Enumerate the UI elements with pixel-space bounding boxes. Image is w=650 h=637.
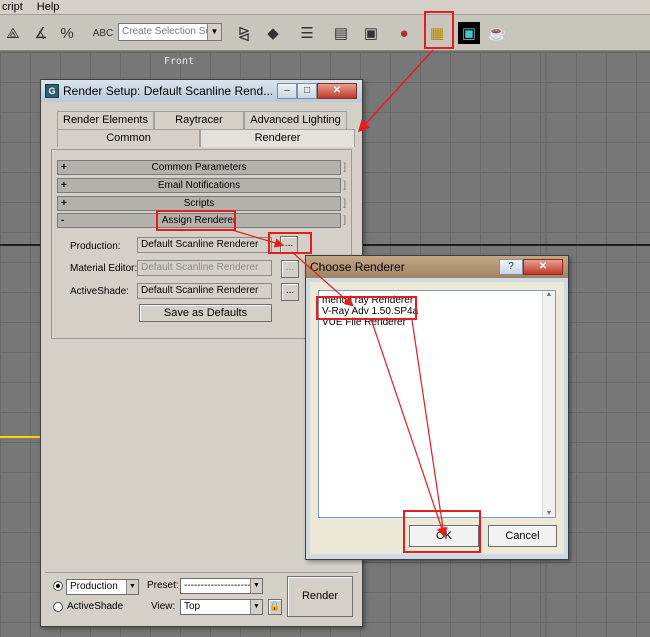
tab-common[interactable]: Common <box>57 129 200 147</box>
maximize-button[interactable]: □ <box>297 83 317 99</box>
select-object-icon[interactable]: ⟁ <box>2 22 24 44</box>
cancel-button[interactable]: Cancel <box>488 525 557 547</box>
chevron-down-icon: ▼ <box>207 24 221 40</box>
highlight-render-setup-icon <box>424 11 454 49</box>
main-toolbar: ⟁ ∡ % ABC Create Selection Set ▼ ⧎ ◆ ☰ ▤… <box>0 15 650 51</box>
named-selection-icon[interactable]: ABC <box>92 22 114 44</box>
chevron-down-icon: ▼ <box>250 579 262 593</box>
production-label: Production: <box>70 241 121 252</box>
rollout-email-notifications[interactable]: + Email Notifications ] <box>57 178 346 193</box>
render-teapot-icon[interactable]: ☕ <box>486 22 508 44</box>
preset-label: Preset: <box>147 580 179 591</box>
menu-bar: cript Help <box>0 0 650 15</box>
highlight-production-button <box>268 232 312 254</box>
render-button[interactable]: Render <box>287 576 353 617</box>
renderer-list-scrollbar[interactable]: ▲ ▼ <box>542 291 555 517</box>
production-renderer-field: Default Scanline Renderer <box>137 237 272 253</box>
rollout-label: Common Parameters <box>151 162 247 173</box>
chevron-down-icon: ▼ <box>250 600 262 614</box>
highlight-assign-renderer <box>156 210 236 231</box>
view-label: View: <box>151 601 176 612</box>
selection-set-text: Create Selection Set <box>122 26 214 37</box>
menu-item-script[interactable]: cript <box>2 0 23 14</box>
view-text: Top <box>184 601 201 612</box>
material-editor-label: Material Editor: <box>70 263 138 274</box>
view-dropdown[interactable]: Top ▼ <box>180 599 263 615</box>
close-button[interactable]: ✕ <box>523 259 563 275</box>
percent-snap-icon[interactable]: % <box>56 22 78 44</box>
activeshade-radio[interactable] <box>53 602 63 612</box>
choose-renderer-titlebar[interactable]: Choose Renderer ? ✕ <box>306 256 568 278</box>
activeshade-mode-label: ActiveShade <box>67 601 124 612</box>
angle-snap-icon[interactable]: ∡ <box>30 22 52 44</box>
renderer-list[interactable]: mental ray Renderer V-Ray Adv 1.50.SP4a … <box>318 290 556 518</box>
highlight-vray-item <box>316 296 417 320</box>
chevron-down-icon: ▼ <box>126 580 138 594</box>
schematic-view-icon[interactable]: ▣ <box>360 22 382 44</box>
activeshade-choose-button[interactable]: ... <box>281 283 299 301</box>
tab-renderer[interactable]: Renderer <box>200 129 355 147</box>
production-mode-dropdown[interactable]: Production ▼ <box>66 579 139 595</box>
choose-renderer-title: Choose Renderer <box>310 260 405 274</box>
rendered-frame-window-icon[interactable]: ▣ <box>458 22 480 44</box>
highlight-ok-button <box>403 510 481 553</box>
tab-advanced-lighting[interactable]: Advanced Lighting <box>244 111 347 129</box>
close-button[interactable]: ✕ <box>317 83 357 99</box>
material-editor-choose-button[interactable]: ... <box>281 260 299 278</box>
rollout-label: Email Notifications <box>157 180 241 191</box>
lock-view-icon[interactable]: 🔒 <box>268 599 282 615</box>
scroll-down-icon[interactable]: ▼ <box>543 510 555 517</box>
activeshade-label: ActiveShade: <box>70 286 129 297</box>
help-button[interactable]: ? <box>499 259 523 275</box>
app-icon: G <box>45 84 59 98</box>
material-editor-icon[interactable]: ● <box>393 22 415 44</box>
viewport-label[interactable]: Front <box>164 56 194 67</box>
save-as-defaults-button[interactable]: Save as Defaults <box>139 304 272 322</box>
render-setup-title: Render Setup: Default Scanline Rend... <box>63 84 274 98</box>
activeshade-renderer-field: Default Scanline Renderer <box>137 283 272 299</box>
align-icon[interactable]: ◆ <box>262 22 284 44</box>
menu-item-help[interactable]: Help <box>37 0 60 14</box>
material-editor-renderer-field: Default Scanline Renderer <box>137 260 272 276</box>
tab-render-elements[interactable]: Render Elements <box>57 111 154 129</box>
preset-dropdown[interactable]: ---------------------- ▼ <box>180 578 263 594</box>
mirror-icon[interactable]: ⧎ <box>233 22 255 44</box>
tab-raytracer[interactable]: Raytracer <box>154 111 244 129</box>
minimize-button[interactable]: – <box>277 83 297 99</box>
track-view-icon[interactable]: ▤ <box>330 22 352 44</box>
rollout-common-parameters[interactable]: + Common Parameters ] <box>57 160 346 175</box>
render-setup-titlebar[interactable]: G Render Setup: Default Scanline Rend...… <box>41 80 362 102</box>
layer-manager-icon[interactable]: ☰ <box>296 22 318 44</box>
production-mode-text: Production <box>70 581 118 592</box>
scroll-up-icon[interactable]: ▲ <box>543 291 555 298</box>
rollout-label: Scripts <box>183 198 215 209</box>
rollout-scripts[interactable]: + Scripts ] <box>57 196 346 211</box>
production-radio[interactable] <box>53 581 63 591</box>
preset-text: ---------------------- <box>184 580 258 591</box>
selection-set-dropdown[interactable]: Create Selection Set ▼ <box>118 23 222 41</box>
